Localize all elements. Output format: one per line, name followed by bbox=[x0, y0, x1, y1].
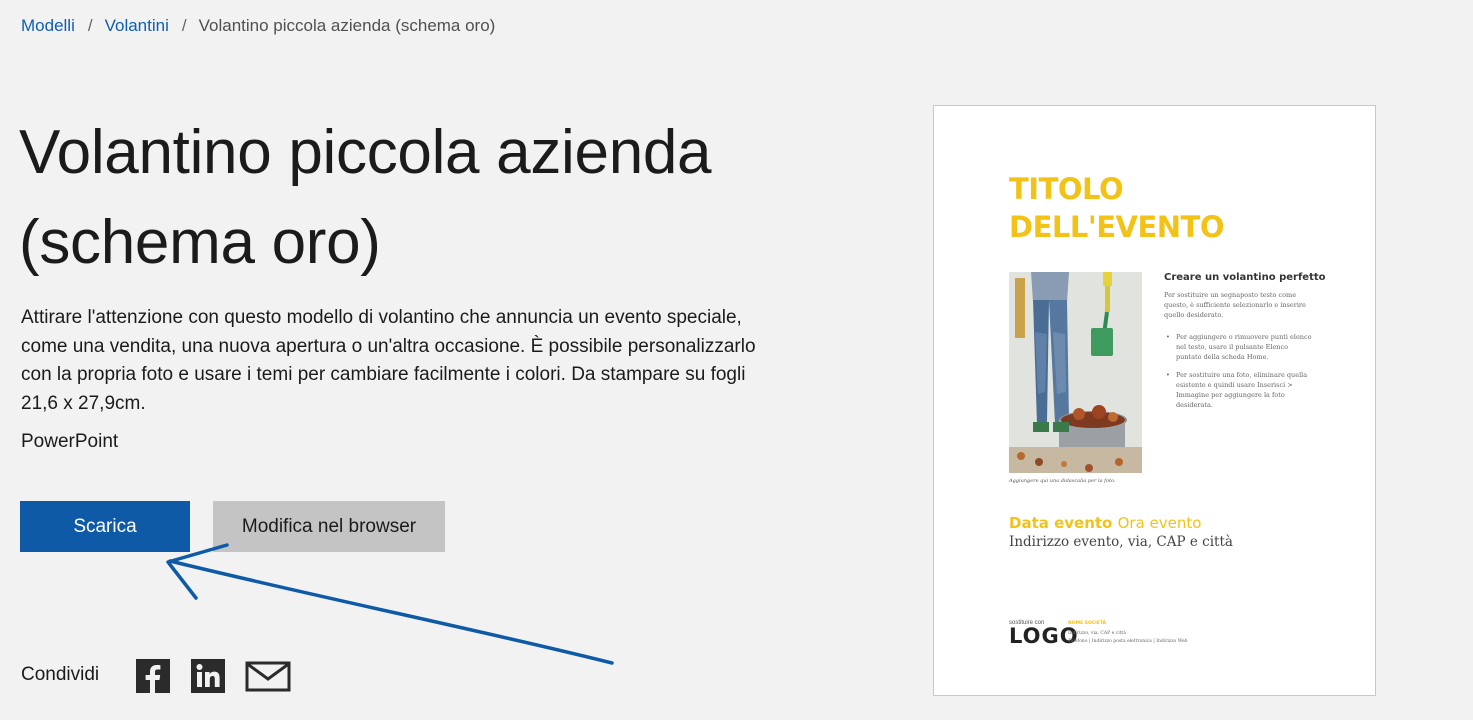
preview-company-name: NOME SOCIETÀ bbox=[1068, 621, 1107, 626]
linkedin-icon[interactable] bbox=[191, 659, 225, 693]
download-button[interactable]: Scarica bbox=[20, 501, 190, 552]
list-item: Per aggiungere o rimuovere punti elenco … bbox=[1164, 332, 1314, 362]
app-name: PowerPoint bbox=[21, 431, 119, 452]
template-preview[interactable]: TITOLO DELL'EVENTO Aggiungere qui una di… bbox=[933, 105, 1376, 696]
facebook-icon[interactable] bbox=[136, 659, 170, 693]
email-icon[interactable] bbox=[245, 659, 291, 693]
preview-logo: LOGO bbox=[1009, 624, 1079, 648]
list-item: Per sostituire una foto, eliminare quell… bbox=[1164, 370, 1314, 410]
preview-bullet-list: Per aggiungere o rimuovere punti elenco … bbox=[1164, 332, 1314, 418]
preview-event-address: Indirizzo evento, via, CAP e città bbox=[1009, 534, 1233, 550]
preview-contact-address: Indirizzo, via, CAP e città bbox=[1068, 631, 1126, 636]
breadcrumb-current: Volantino piccola azienda (schema oro) bbox=[198, 16, 496, 35]
preview-event-title: TITOLO DELL'EVENTO bbox=[1009, 172, 1225, 244]
preview-body: Per sostituire un segnaposto testo come … bbox=[1164, 291, 1306, 319]
preview-heading: Creare un volantino perfetto bbox=[1164, 272, 1326, 283]
preview-photo-caption: Aggiungere qui una didascalia per la fot… bbox=[1009, 478, 1116, 484]
breadcrumb: Modelli / Volantini / Volantino piccola … bbox=[21, 16, 495, 36]
template-description: Attirare l'attenzione con questo modello… bbox=[21, 307, 756, 414]
breadcrumb-link-volantini[interactable]: Volantini bbox=[105, 16, 169, 36]
page-title: Volantino piccola azienda (schema oro) bbox=[19, 118, 712, 277]
edit-in-browser-button[interactable]: Modifica nel browser bbox=[213, 501, 445, 552]
preview-date-label: Data evento bbox=[1009, 514, 1113, 532]
breadcrumb-separator: / bbox=[181, 16, 187, 35]
preview-time-label: Ora evento bbox=[1117, 514, 1202, 532]
breadcrumb-separator: / bbox=[87, 16, 93, 35]
share-label: Condividi bbox=[21, 664, 100, 685]
preview-event-date: Data evento Ora evento bbox=[1009, 514, 1201, 532]
breadcrumb-link-modelli[interactable]: Modelli bbox=[21, 16, 75, 36]
preview-photo bbox=[1009, 272, 1142, 473]
preview-contact-details: Telefono | Indirizzo posta elettronica |… bbox=[1068, 639, 1188, 644]
